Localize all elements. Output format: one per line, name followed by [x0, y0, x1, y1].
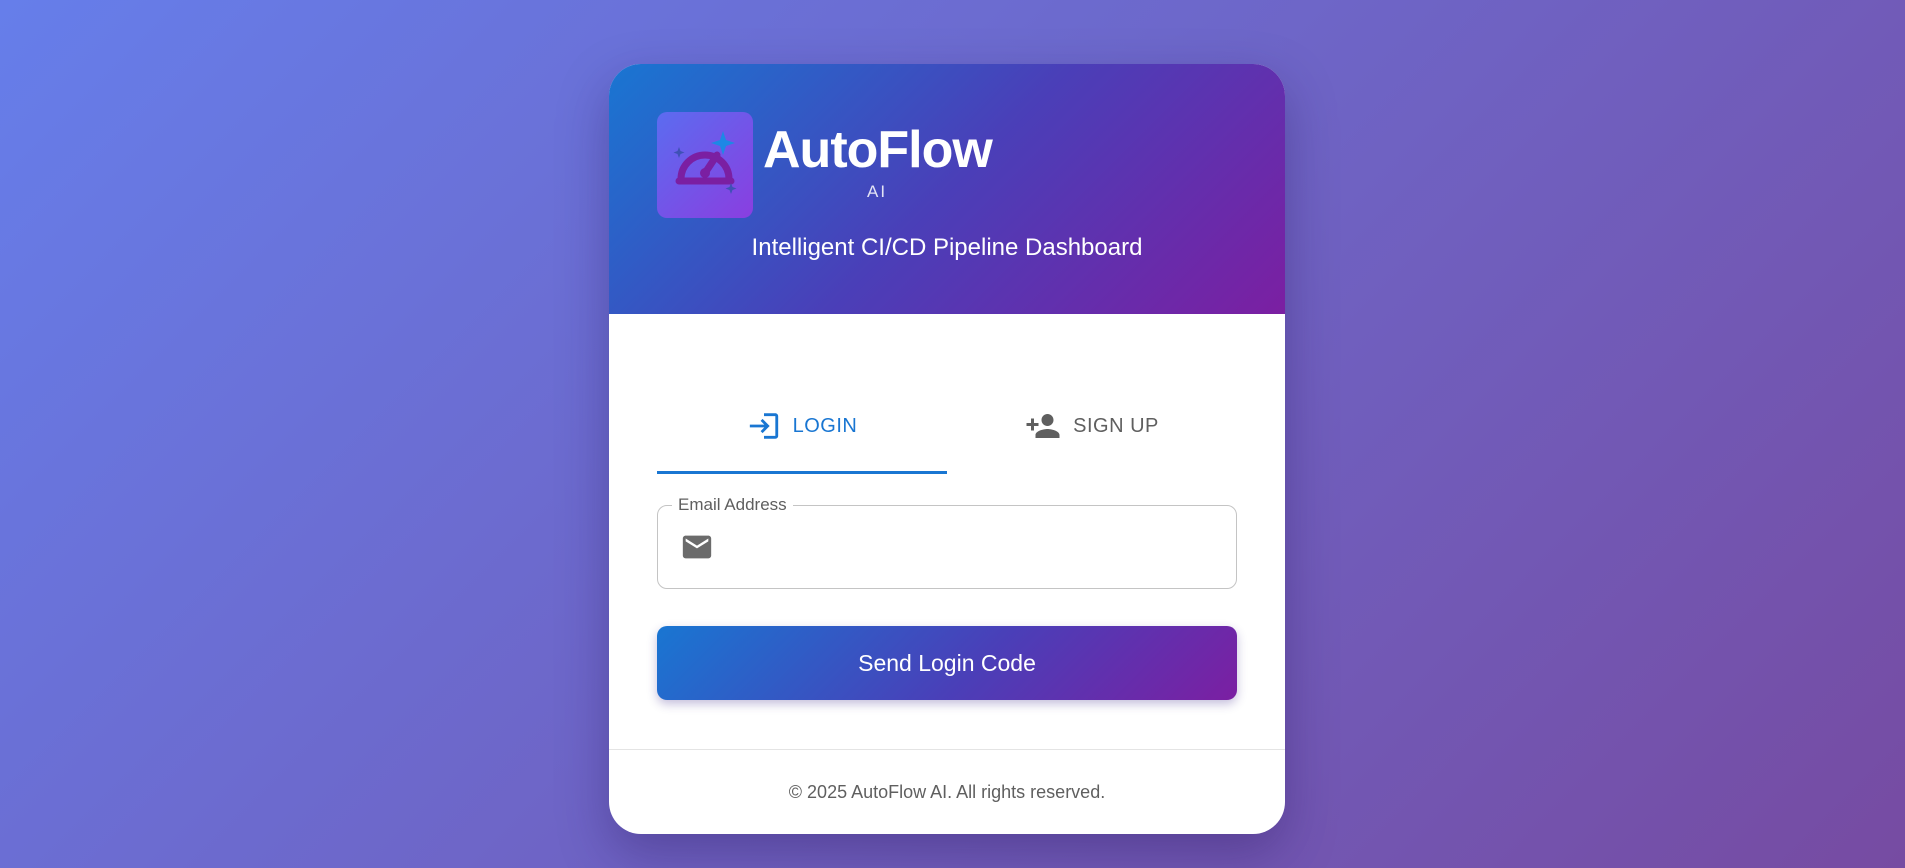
person-add-icon [1026, 414, 1060, 438]
tab-login[interactable]: LOGIN [657, 378, 947, 474]
card-header: AutoFlow AI Intelligent CI/CD Pipeline D… [609, 64, 1285, 314]
send-login-code-button[interactable]: Send Login Code [657, 626, 1237, 700]
brand-subtitle: AI [867, 182, 888, 201]
tab-login-label: LOGIN [792, 414, 858, 437]
email-label: Email Address [672, 495, 793, 515]
tab-signup-label: SIGN UP [1073, 414, 1159, 437]
logo [657, 112, 753, 218]
brand-name: AutoFlow [763, 121, 993, 179]
email-input[interactable] [728, 517, 1236, 577]
mail-icon [682, 535, 712, 559]
speedometer-sparkle-icon [673, 131, 737, 194]
email-field: Email Address [657, 495, 1237, 589]
copyright-text: © 2025 AutoFlow AI. All rights reserved. [788, 782, 1106, 802]
login-card: AutoFlow AI Intelligent CI/CD Pipeline D… [609, 64, 1285, 834]
tagline: Intelligent CI/CD Pipeline Dashboard [751, 234, 1143, 261]
auth-tabs: LOGIN SIGN UP [657, 378, 1237, 474]
login-icon [749, 413, 778, 439]
footer-divider [609, 749, 1285, 750]
tab-signup[interactable]: SIGN UP [947, 378, 1237, 474]
